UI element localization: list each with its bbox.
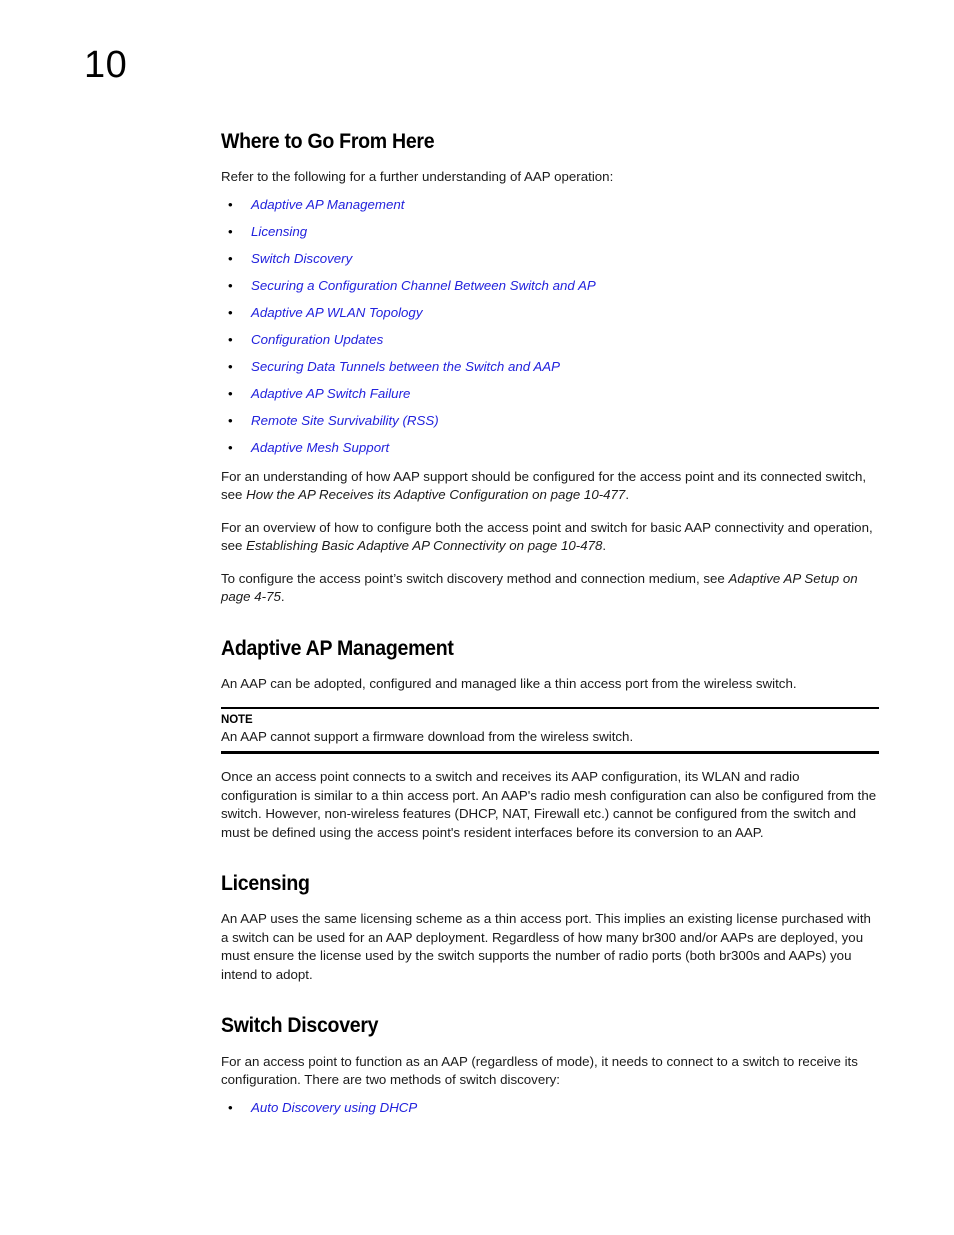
note-text: An AAP cannot support a firmware downloa… — [221, 729, 634, 745]
licensing-body: An AAP uses the same licensing scheme as… — [221, 911, 871, 982]
link-auto-discovery-using-dhcp[interactable]: Auto Discovery using DHCP — [251, 1100, 417, 1115]
list-item[interactable]: • Switch Discovery — [221, 251, 879, 267]
note-callout: NOTE An AAP cannot support a firmware do… — [221, 707, 879, 755]
paragraph-text-tail: . — [625, 487, 630, 503]
link-adaptive-ap-management[interactable]: Adaptive AP Management — [251, 197, 405, 212]
bullet-icon: • — [228, 304, 233, 320]
paragraph-text-tail: . — [602, 538, 607, 554]
link-adaptive-ap-switch-failure[interactable]: Adaptive AP Switch Failure — [251, 386, 410, 401]
cross-reference: Establishing Basic Adaptive AP Connectiv… — [246, 538, 603, 554]
note-label: NOTE — [221, 714, 253, 727]
heading-where-to-go-from-here: Where to Go From Here — [221, 130, 435, 153]
bullet-icon: • — [228, 1099, 233, 1115]
paragraph-aap-support-config: For an understanding of how AAP support … — [221, 468, 879, 505]
heading-switch-discovery: Switch Discovery — [221, 1014, 379, 1038]
switch-discovery-link-list: • Auto Discovery using DHCP — [221, 1100, 879, 1116]
link-securing-a-configuration-channel[interactable]: Securing a Configuration Channel Between… — [251, 278, 596, 293]
bullet-icon: • — [228, 250, 233, 266]
list-item[interactable]: • Adaptive Mesh Support — [221, 440, 879, 456]
list-item[interactable]: • Securing a Configuration Channel Betwe… — [221, 278, 879, 294]
link-remote-site-survivability[interactable]: Remote Site Survivability (RSS) — [251, 413, 439, 428]
paragraph-switch-discovery-method: To configure the access point’s switch d… — [221, 570, 879, 607]
switch-discovery-body: For an access point to function as an AA… — [221, 1053, 858, 1088]
list-item[interactable]: • Securing Data Tunnels between the Swit… — [221, 359, 879, 375]
list-item[interactable]: • Configuration Updates — [221, 332, 879, 348]
cross-reference: How the AP Receives its Adaptive Configu… — [246, 487, 626, 503]
document-page: 10 Where to Go From Here Refer to the fo… — [0, 0, 954, 1235]
list-item[interactable]: • Adaptive AP WLAN Topology — [221, 305, 879, 321]
bullet-icon: • — [228, 223, 233, 239]
link-adaptive-mesh-support[interactable]: Adaptive Mesh Support — [251, 440, 389, 455]
heading-adaptive-ap-management: Adaptive AP Management — [221, 636, 454, 660]
paragraph-text-tail: . — [280, 589, 285, 605]
list-item[interactable]: • Auto Discovery using DHCP — [221, 1100, 879, 1116]
bullet-icon: • — [228, 331, 233, 347]
bullet-icon: • — [228, 196, 233, 212]
content-column: Where to Go From Here Refer to the follo… — [221, 130, 879, 1127]
chapter-number: 10 — [84, 44, 128, 86]
bullet-icon: • — [228, 277, 233, 293]
link-licensing[interactable]: Licensing — [251, 224, 307, 239]
list-item[interactable]: • Adaptive AP Switch Failure — [221, 386, 879, 402]
heading-licensing: Licensing — [221, 872, 310, 896]
link-switch-discovery[interactable]: Switch Discovery — [251, 251, 352, 266]
link-adaptive-ap-wlan-topology[interactable]: Adaptive AP WLAN Topology — [251, 305, 422, 320]
bullet-icon: • — [228, 385, 233, 401]
link-configuration-updates[interactable]: Configuration Updates — [251, 332, 383, 347]
paragraph-text-lead: To configure the access point’s switch d… — [221, 570, 729, 586]
list-item[interactable]: • Licensing — [221, 224, 879, 240]
list-item[interactable]: • Adaptive AP Management — [221, 197, 879, 213]
where-to-go-intro: Refer to the following for a further und… — [221, 169, 614, 185]
where-to-go-link-list: • Adaptive AP Management • Licensing • S… — [221, 197, 879, 456]
bullet-icon: • — [228, 358, 233, 374]
adaptive-ap-management-body: Once an access point connects to a switc… — [221, 769, 877, 840]
bullet-icon: • — [228, 412, 233, 428]
list-item[interactable]: • Remote Site Survivability (RSS) — [221, 413, 879, 429]
link-securing-data-tunnels[interactable]: Securing Data Tunnels between the Switch… — [251, 359, 560, 374]
bullet-icon: • — [228, 439, 233, 455]
adaptive-ap-management-intro: An AAP can be adopted, configured and ma… — [221, 675, 797, 691]
paragraph-basic-connectivity: For an overview of how to configure both… — [221, 519, 879, 556]
